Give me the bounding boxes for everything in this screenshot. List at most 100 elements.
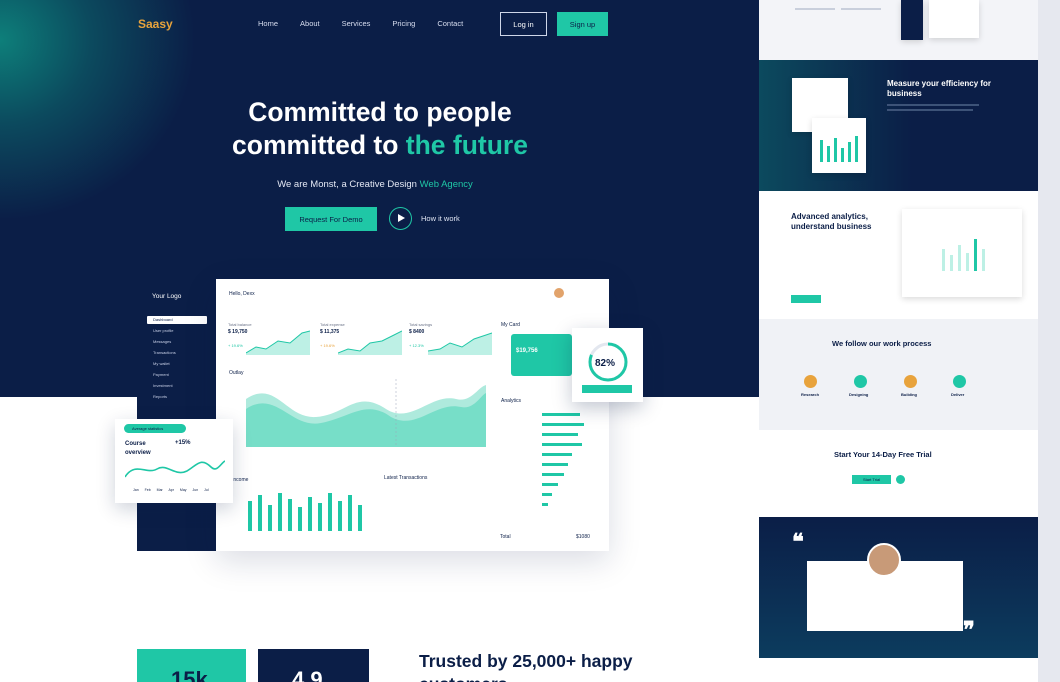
quote-open-icon: ❝ <box>792 529 804 554</box>
trial-heading: Start Your 14-Day Free Trial <box>834 450 932 459</box>
metric-label-2: Total expense <box>320 322 345 327</box>
month-label: Jun <box>192 488 199 492</box>
menu-reports[interactable]: Reports <box>153 394 167 399</box>
total-label: Total <box>500 534 511 540</box>
menu-investment[interactable]: Investment <box>153 383 173 388</box>
menu-user-profile[interactable]: User profile <box>153 328 173 333</box>
signup-button[interactable]: Sign up <box>557 12 608 36</box>
preview-section-trial: Start Your 14-Day Free Trial Start Trial <box>759 430 1038 517</box>
metric-delta-1: + 19.6% <box>228 343 243 348</box>
hero-subtitle-a: We are Monst, a Creative Design <box>277 179 420 190</box>
metric-label-1: Total balance <box>228 322 252 327</box>
analytics-bar <box>542 443 582 446</box>
text-line <box>841 8 881 10</box>
outlay-title: Outlay <box>229 370 244 376</box>
analytics-bar <box>542 473 564 476</box>
mini-bar-chart <box>820 136 858 162</box>
payment-card[interactable]: $19,756 <box>511 334 572 376</box>
menu-payment[interactable]: Payment <box>153 372 169 377</box>
login-button[interactable]: Log in <box>500 12 547 36</box>
analytics-bar <box>542 453 572 456</box>
phone-mockup <box>901 0 923 40</box>
text-line <box>887 109 973 111</box>
scrollbar-track[interactable] <box>1038 0 1060 682</box>
dashboard-greeting: Hello, Dexx <box>229 291 255 297</box>
course-months: Jan Feb Mar Apr May Jun Jul <box>133 488 209 492</box>
metric-value-1: $ 19,750 <box>228 329 248 335</box>
metric-delta-2: + 19.6% <box>320 343 335 348</box>
step-label: Building <box>901 392 917 397</box>
analytics-bar <box>542 463 568 466</box>
trusted-heading: Trusted by 25,000+ happy customers <box>419 651 633 682</box>
month-label: May <box>179 488 187 492</box>
course-delta: +15% <box>175 440 191 446</box>
course-chart <box>125 460 225 478</box>
mini-chart-card <box>812 118 866 173</box>
dashboard-logo: Your Logo <box>152 293 182 300</box>
nav-home[interactable]: Home <box>258 19 278 28</box>
brand-logo[interactable]: Saasy <box>138 17 173 31</box>
play-icon[interactable] <box>896 475 905 484</box>
designing-icon <box>854 375 867 388</box>
month-label: Mar <box>156 488 163 492</box>
how-it-work-link[interactable]: How it work <box>421 214 460 223</box>
analytics-bar <box>542 483 558 486</box>
avatar[interactable] <box>554 288 564 298</box>
preview-column: Measure your efficiency for business Adv… <box>759 0 1038 682</box>
hero-title: Committed to people committed to the fut… <box>180 96 580 162</box>
menu-messages[interactable]: Messages <box>153 339 171 344</box>
nav-contact[interactable]: Contact <box>437 19 463 28</box>
hero-title-accent: the future <box>405 130 528 160</box>
nav-about[interactable]: About <box>300 19 320 28</box>
hero-title-line1: Committed to people <box>248 97 512 127</box>
analytics-bar <box>542 423 584 426</box>
analytics-cta-button[interactable] <box>791 295 821 303</box>
stat-value: 4.9 <box>292 667 323 682</box>
stat-card-rating: 4.9 <box>258 649 369 682</box>
quote-close-icon: ❞ <box>963 617 975 642</box>
request-demo-button[interactable]: Request For Demo <box>285 207 377 231</box>
dashboard-sidebar: Your Logo Dashboard User profile Message… <box>137 279 216 551</box>
mini-analytics-chart <box>942 239 985 271</box>
mini-dashboard <box>929 0 979 38</box>
total-value: $1080 <box>576 534 590 540</box>
preview-section-testimonial: ❝ ❞ <box>759 517 1038 658</box>
my-card-title: My Card <box>501 322 520 328</box>
step-label: Research <box>801 392 820 397</box>
nav-pricing[interactable]: Pricing <box>392 19 415 28</box>
menu-transactions[interactable]: Transactions <box>153 350 176 355</box>
start-trial-button[interactable]: Start Trial <box>852 475 891 484</box>
sparkline-1 <box>246 330 310 355</box>
step-label: Designing <box>849 392 869 397</box>
text-line <box>795 8 835 10</box>
metric-value-3: $ 8400 <box>409 329 425 335</box>
preview-section-efficiency: Measure your efficiency for business <box>759 60 1038 191</box>
text-line <box>887 104 979 106</box>
preview-section-features <box>759 0 1038 60</box>
landing-page: Saasy Home About Services Pricing Contac… <box>0 0 760 682</box>
play-icon[interactable] <box>389 207 412 230</box>
menu-wallet[interactable]: My wallet <box>153 361 170 366</box>
menu-dashboard[interactable]: Dashboard <box>147 316 207 324</box>
analytics-heading: Advanced analytics, understand business <box>791 212 872 231</box>
building-icon <box>904 375 917 388</box>
preview-section-analytics: Advanced analytics, understand business <box>759 191 1038 319</box>
month-label: Jul <box>204 488 209 492</box>
process-heading: We follow our work process <box>832 339 932 348</box>
nav-services[interactable]: Services <box>342 19 371 28</box>
month-label: Feb <box>144 488 151 492</box>
deliver-icon <box>953 375 966 388</box>
hero-subtitle-accent: Web Agency <box>419 179 473 190</box>
preview-section-footer <box>759 658 1038 682</box>
step-label: Deliver <box>951 392 965 397</box>
month-label: Apr <box>168 488 174 492</box>
analytics-bar <box>542 413 580 416</box>
gauge-button[interactable] <box>582 385 632 393</box>
average-statistics-badge: Average statistics <box>124 424 186 433</box>
hero-title-line2: committed to the future <box>180 129 580 162</box>
income-chart <box>248 493 362 531</box>
efficiency-heading: Measure your efficiency for business <box>887 79 992 98</box>
gauge-percent: 82% <box>595 358 616 369</box>
analytics-bar <box>542 493 552 496</box>
sparkline-2 <box>338 330 402 355</box>
